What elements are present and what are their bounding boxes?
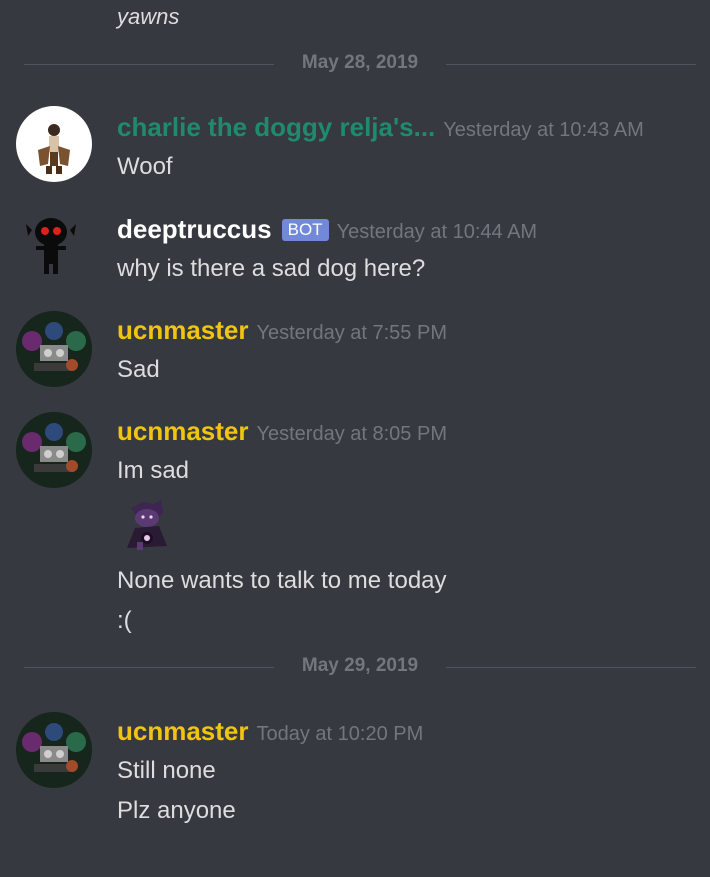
message-header: deeptruccus BOT Yesterday at 10:44 AM bbox=[117, 212, 537, 249]
message-text: why is there a sad dog here? bbox=[117, 255, 426, 282]
ucnmaster-avatar-icon bbox=[16, 311, 92, 387]
message-text: None wants to talk to me today bbox=[117, 567, 447, 594]
dog-avatar-icon bbox=[38, 124, 70, 174]
avatar[interactable] bbox=[16, 412, 92, 488]
author-name[interactable]: ucnmaster bbox=[117, 416, 249, 446]
message-text-yawns: yawns bbox=[117, 4, 180, 29]
message-text: Woof bbox=[117, 153, 173, 180]
message-text: Im sad bbox=[117, 457, 190, 484]
author-name[interactable]: charlie the doggy relja's... bbox=[117, 112, 435, 142]
author-name[interactable]: deeptruccus bbox=[117, 214, 272, 244]
ucnmaster-avatar-icon bbox=[16, 412, 92, 488]
timestamp: Yesterday at 10:43 AM bbox=[443, 119, 644, 141]
message-text: Sad bbox=[117, 356, 160, 383]
message-text: Plz anyone bbox=[117, 797, 236, 824]
author-name[interactable]: ucnmaster bbox=[117, 716, 249, 746]
divider-date: May 28, 2019 bbox=[301, 52, 419, 73]
avatar[interactable] bbox=[16, 106, 92, 182]
timestamp: Yesterday at 7:55 PM bbox=[256, 322, 448, 344]
sad-character-emoji-icon[interactable] bbox=[117, 498, 175, 556]
avatar[interactable] bbox=[16, 208, 92, 284]
message-text: Still none bbox=[117, 757, 216, 784]
message-header: charlie the doggy relja's... Yesterday at… bbox=[117, 110, 644, 147]
timestamp: Today at 10:20 PM bbox=[256, 723, 424, 745]
divider-line bbox=[446, 667, 696, 668]
bot-avatar-icon bbox=[26, 218, 76, 274]
message-text: :( bbox=[117, 607, 132, 634]
avatar[interactable] bbox=[16, 712, 92, 788]
timestamp: Yesterday at 8:05 PM bbox=[256, 423, 448, 445]
bot-badge: BOT bbox=[281, 219, 329, 241]
divider-line bbox=[446, 64, 696, 65]
timestamp: Yesterday at 10:44 AM bbox=[336, 221, 538, 243]
author-name[interactable]: ucnmaster bbox=[117, 315, 249, 345]
date-divider: May 28, 2019 bbox=[24, 52, 696, 76]
date-divider: May 29, 2019 bbox=[24, 655, 696, 679]
ucnmaster-avatar-icon bbox=[16, 712, 92, 788]
message-header: ucnmaster Yesterday at 8:05 PM bbox=[117, 414, 447, 451]
message-header: ucnmaster Today at 10:20 PM bbox=[117, 714, 423, 751]
message-header: ucnmaster Yesterday at 7:55 PM bbox=[117, 313, 447, 350]
divider-date: May 29, 2019 bbox=[301, 655, 419, 676]
avatar[interactable] bbox=[16, 311, 92, 387]
